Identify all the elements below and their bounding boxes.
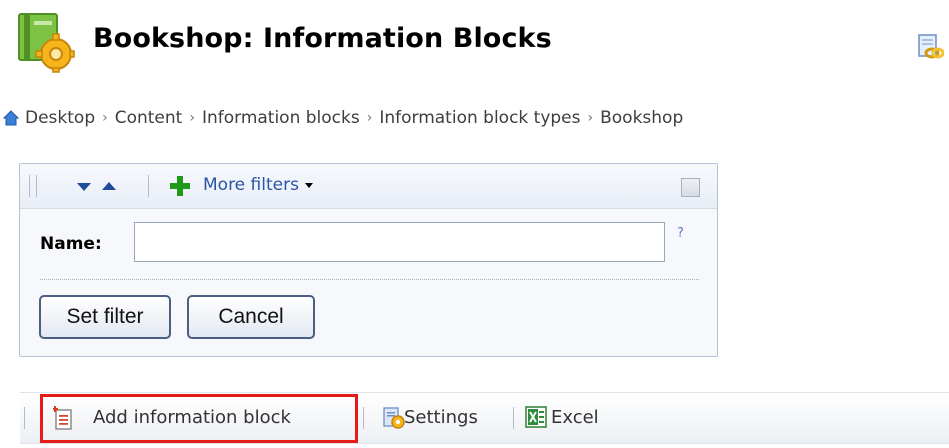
settings-button[interactable]: Settings: [404, 407, 478, 428]
breadcrumb-separator: ›: [102, 110, 108, 126]
breadcrumb-item-bookshop: Bookshop: [600, 108, 684, 128]
breadcrumb-separator: ›: [587, 110, 594, 126]
expand-arrow-up-icon[interactable]: [102, 182, 116, 190]
breadcrumb-item-information-blocks[interactable]: Information blocks: [202, 108, 360, 128]
help-link[interactable]: ?: [677, 226, 684, 241]
home-icon[interactable]: [3, 110, 19, 126]
breadcrumb-separator: ›: [366, 110, 373, 126]
caret-down-icon: [304, 182, 313, 188]
add-document-icon[interactable]: [53, 406, 73, 430]
plus-icon[interactable]: [170, 176, 190, 196]
excel-icon[interactable]: [525, 406, 547, 428]
breadcrumb-item-content[interactable]: Content: [115, 108, 183, 128]
cancel-button[interactable]: Cancel: [187, 295, 315, 339]
action-toolbar: Add information block Settings Excel: [20, 392, 949, 444]
set-filter-button[interactable]: Set filter: [39, 295, 171, 339]
filter-toolbar: More filters: [20, 164, 717, 209]
toolbar-separator: [513, 407, 514, 429]
breadcrumb-item-desktop[interactable]: Desktop: [25, 108, 95, 128]
page-title: Bookshop: Information Blocks: [93, 23, 552, 54]
breadcrumb: Desktop › Content › Information blocks ›…: [3, 104, 683, 132]
drag-grip[interactable]: [29, 175, 37, 197]
add-information-block-button[interactable]: Add information block: [93, 407, 291, 428]
page-header: Bookshop: Information Blocks: [0, 0, 949, 90]
toolbar-grip: [24, 407, 25, 429]
excel-button[interactable]: Excel: [551, 407, 599, 428]
filter-panel: More filters Name: ? Set filter Cancel: [19, 163, 718, 357]
link-icon[interactable]: [916, 33, 944, 61]
name-label: Name:: [40, 234, 102, 254]
information-block-settings-icon: [18, 13, 75, 73]
name-input[interactable]: [134, 222, 665, 262]
collapse-arrow-down-icon[interactable]: [77, 183, 91, 191]
divider: [40, 279, 699, 280]
settings-icon[interactable]: [382, 406, 406, 430]
toolbar-separator: [148, 175, 149, 197]
filter-checkbox[interactable]: [681, 178, 700, 197]
toolbar-separator: [363, 407, 364, 429]
breadcrumb-separator: ›: [189, 110, 195, 126]
more-filters-button[interactable]: More filters: [203, 175, 313, 195]
breadcrumb-item-information-block-types[interactable]: Information block types: [379, 108, 580, 128]
more-filters-label: More filters: [203, 175, 299, 195]
